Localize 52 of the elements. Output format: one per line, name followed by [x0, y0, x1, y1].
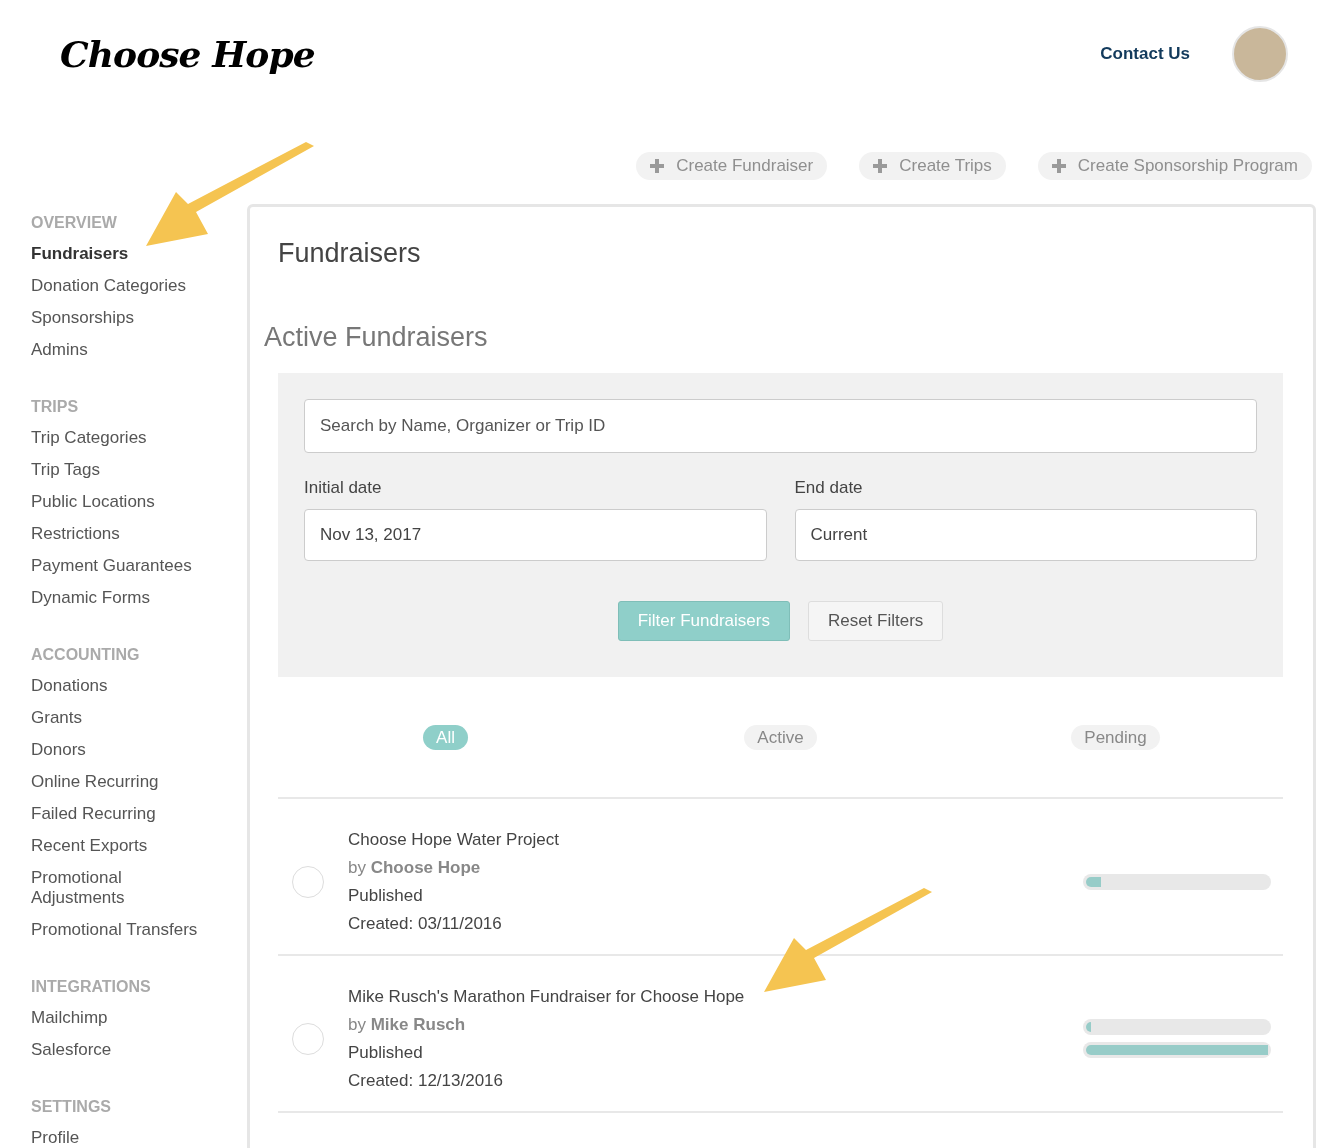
sidebar-item[interactable]: Promotional Adjustments [31, 862, 209, 914]
date-field[interactable]: Nov 13, 2017 [304, 508, 767, 561]
sidebar-heading: INTEGRATIONS [31, 977, 152, 997]
plus-icon [873, 159, 888, 173]
sidebar-item[interactable]: Recent Exports [31, 830, 209, 862]
sidebar-item[interactable]: Grants [31, 702, 209, 734]
logo[interactable]: Choose Hope [60, 27, 315, 81]
sidebar-item[interactable]: Failed Recurring [31, 798, 209, 830]
sidebar-item[interactable]: Public Locations [31, 486, 209, 518]
sidebar-item[interactable]: Donation Categories [31, 270, 209, 302]
search-field[interactable]: Search by Name, Organizer or Trip ID [304, 399, 1257, 453]
sidebar-heading: ACCOUNTING [31, 645, 141, 665]
sidebar-heading: OVERVIEW [31, 213, 118, 233]
sidebar-item[interactable]: Online Recurring [31, 766, 209, 798]
sidebar-item[interactable]: Admins [31, 334, 209, 366]
organization-logo [292, 1022, 324, 1055]
organizer-name: Choose Hope [370, 857, 481, 877]
date-label: Initial date [304, 477, 383, 499]
created-date: Created: 12/13/2016 [348, 1069, 504, 1092]
sidebar-item[interactable]: Mailchimp [31, 1002, 209, 1034]
status-text: Published [348, 884, 424, 907]
fundraiser-title[interactable]: Mike Rusch's Marathon Fundraiser for Choose Hope [348, 982, 1083, 1011]
sidebar-item[interactable]: Salesforce [31, 1034, 209, 1066]
plus-icon [1051, 159, 1066, 173]
fundraiser-title[interactable]: Choose Hope Water Project [348, 825, 1083, 854]
by-label: by [348, 1014, 366, 1034]
section-title: Active Fundraisers [264, 321, 489, 354]
organizer-name: Mike Rusch [370, 1014, 466, 1034]
page-title: Fundraisers [277, 237, 422, 270]
sidebar-item[interactable]: Trip Tags [31, 454, 209, 486]
date-label: End date [794, 477, 864, 499]
sidebar-item[interactable]: Sponsorships [31, 302, 209, 334]
sidebar-item[interactable]: Profile [31, 1122, 209, 1148]
sidebar-item[interactable]: Donations [31, 670, 209, 702]
sidebar-item[interactable]: Fundraisers [31, 238, 209, 270]
by-label: by [348, 857, 366, 877]
sidebar-heading: SETTINGS [31, 1097, 112, 1117]
plus-icon [650, 159, 665, 173]
reset-button[interactable]: Reset Filters [807, 600, 944, 641]
status-text: Published [348, 1041, 424, 1064]
organization-logo [292, 865, 324, 898]
sidebar-item[interactable]: Payment Guarantees [31, 550, 209, 582]
sidebar-item[interactable]: Promotional Transfers [31, 914, 209, 946]
sidebar-item[interactable]: Dynamic Forms [31, 582, 209, 614]
date-field[interactable]: Current [794, 508, 1257, 561]
sidebar-heading: TRIPS [31, 397, 80, 417]
sidebar-item[interactable]: Restrictions [31, 518, 209, 550]
contact-link[interactable]: Contact Us [1100, 41, 1190, 67]
sidebar-item[interactable]: Donors [31, 734, 209, 766]
created-date: Created: 03/11/2016 [348, 912, 503, 935]
sidebar-item[interactable]: Trip Categories [31, 422, 209, 454]
avatar[interactable] [1232, 26, 1288, 82]
